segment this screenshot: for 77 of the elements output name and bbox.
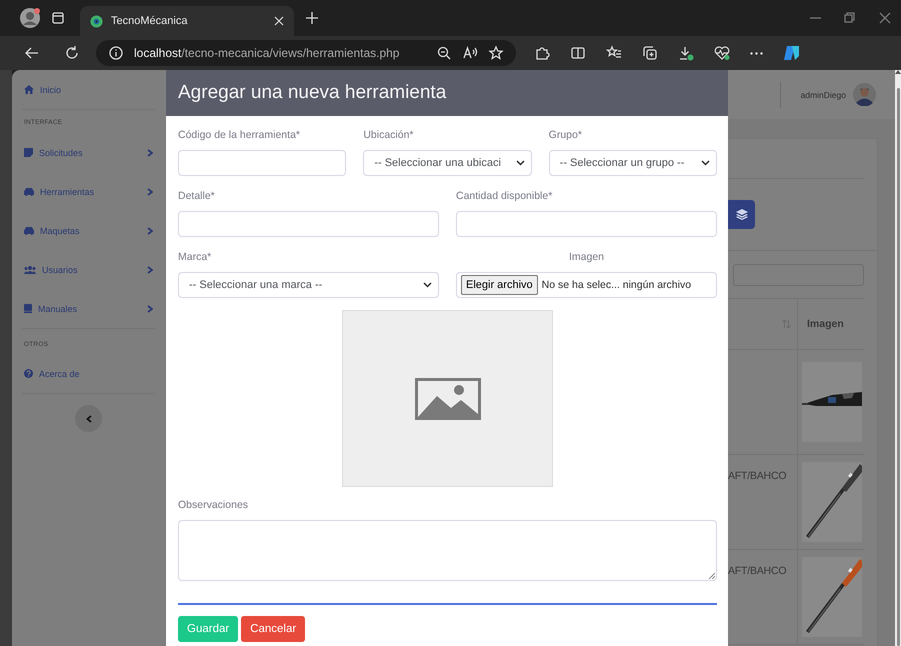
profile-icon[interactable] — [18, 6, 42, 30]
info-icon — [108, 45, 124, 61]
table-cell-text: AFT/BAHCO — [728, 564, 786, 579]
chevron-icon — [147, 148, 153, 156]
url-text: localhost/tecno-mecanica/views/herramientas.php — [134, 46, 400, 60]
image-icon — [414, 378, 480, 420]
chevron-icon — [147, 188, 153, 196]
car-icon — [24, 188, 34, 196]
sidebar-item[interactable]: Manuales — [24, 289, 153, 328]
heart-pulse-icon — [714, 45, 730, 61]
file-status: No se ha selec... ningún archivo — [542, 279, 692, 291]
browser-tab[interactable]: TecnoMécanica — [80, 6, 294, 36]
refresh-icon — [64, 45, 80, 61]
read-aloud-icon — [462, 45, 478, 61]
dropdown[interactable]: -- Seleccionar una ubicaci — [363, 150, 532, 176]
field-label: Observaciones — [178, 498, 250, 512]
text-field[interactable] — [456, 211, 717, 237]
layers-icon — [736, 209, 748, 220]
tab-title: TecnoMécanica — [111, 15, 188, 27]
field-label: Detalle* — [178, 189, 216, 203]
layers-button[interactable] — [728, 200, 755, 229]
resize-grip-icon — [708, 572, 715, 579]
field-label: Código de la herramienta* — [178, 128, 301, 142]
split-screen-icon — [570, 45, 586, 61]
sidebar-item[interactable]: Solicitudes — [24, 133, 153, 172]
caret-icon — [700, 160, 710, 166]
plus-icon — [304, 10, 320, 26]
field-label: Grupo* — [548, 128, 583, 142]
close-icon — [274, 16, 284, 26]
text-area[interactable] — [178, 520, 717, 581]
sidebar-item[interactable]: Acerca de — [24, 354, 153, 393]
dropdown[interactable]: -- Seleccionar un grupo -- — [548, 150, 717, 176]
cancel-button[interactable]: Cancelar — [241, 616, 306, 642]
puzzle-icon — [534, 45, 550, 61]
field-label: Marca* — [178, 250, 212, 264]
field-label: Imagen — [568, 250, 606, 264]
chevron-icon — [147, 266, 153, 274]
chevron-icon — [147, 226, 153, 234]
sidebar-toggle-button[interactable] — [75, 405, 102, 432]
modal-title: Agregar una nueva herramienta — [178, 82, 446, 104]
sidebar-item[interactable]: Usuarios — [24, 250, 153, 289]
choose-file-button[interactable]: Elegir archivo — [461, 275, 538, 295]
text-field[interactable] — [178, 150, 346, 176]
note-icon — [24, 148, 33, 157]
book-icon — [24, 304, 32, 313]
house-icon — [24, 85, 34, 94]
sidebar-item[interactable]: Herramientas — [24, 172, 153, 211]
users-icon — [24, 266, 36, 274]
download-icon — [678, 45, 694, 61]
field-label: Ubicación* — [363, 128, 415, 142]
table-cell-text: AFT/BAHCO — [728, 469, 786, 484]
chevron-icon — [86, 414, 92, 422]
chevron-icon — [147, 304, 153, 312]
minimize-icon — [810, 17, 821, 19]
avatar-icon[interactable] — [853, 83, 876, 106]
caret-icon — [516, 160, 525, 166]
close-icon — [877, 10, 893, 26]
car-icon — [24, 226, 34, 234]
user-name[interactable]: adminDiego — [800, 90, 846, 100]
caret-icon — [423, 282, 432, 288]
back-icon — [24, 45, 40, 61]
copilot-icon — [783, 44, 799, 62]
more-icon — [750, 52, 763, 54]
dropdown[interactable]: -- Seleccionar una marca -- — [178, 272, 439, 298]
field-label: Cantidad disponible* — [456, 189, 554, 203]
question-icon — [24, 369, 33, 378]
zoom-out-icon — [436, 45, 452, 61]
collections-icon — [642, 45, 658, 61]
tab-actions-icon — [50, 10, 66, 26]
scrollbar[interactable] — [895, 70, 901, 646]
sidebar-item[interactable]: Maquetas — [24, 211, 153, 250]
text-field[interactable] — [178, 211, 439, 237]
table-header-cell[interactable]: Imagen — [798, 299, 865, 349]
address-bar[interactable]: localhost/tecno-mecanica/views/herramientas.php — [96, 40, 516, 66]
star-icon — [488, 45, 504, 61]
sidebar-item[interactable]: Inicio — [24, 70, 153, 109]
save-button[interactable]: Guardar — [178, 616, 238, 642]
